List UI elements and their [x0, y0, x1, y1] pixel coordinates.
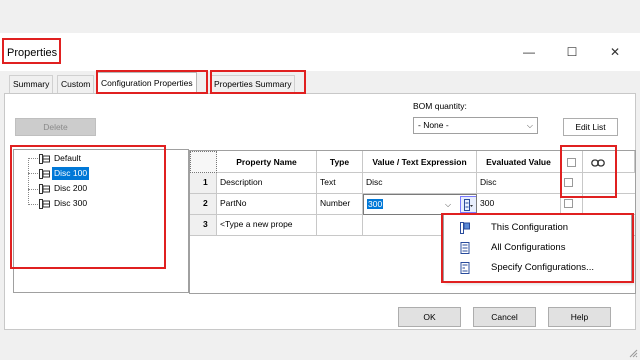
help-button[interactable]: Help	[548, 307, 611, 327]
cell-link	[583, 173, 635, 194]
chevron-down-icon: ⌵	[526, 121, 533, 130]
edit-list-label: Edit List	[575, 122, 606, 132]
cell-property-name[interactable]: PartNo	[217, 194, 317, 215]
column-header-link[interactable]	[583, 151, 635, 173]
cell-checkbox[interactable]	[561, 173, 583, 194]
select-all-checkbox[interactable]	[567, 158, 576, 168]
delete-button-label: Delete	[43, 122, 68, 132]
bom-quantity-select[interactable]: - None - ⌵	[413, 117, 538, 134]
tree-connector	[28, 158, 29, 205]
column-header-property-name[interactable]: Property Name	[217, 151, 317, 173]
edit-list-button[interactable]: Edit List	[563, 118, 618, 136]
tab-configuration-properties[interactable]: Configuration Properties	[97, 72, 197, 94]
cell-evaluated-value: 300	[477, 194, 561, 215]
row-checkbox[interactable]	[564, 178, 573, 188]
configuration-icon	[39, 198, 50, 209]
tree-item-disc-200[interactable]: Disc 200	[39, 182, 89, 195]
configuration-icon	[39, 168, 50, 179]
configuration-scope-icon	[464, 198, 473, 211]
cell-checkbox[interactable]	[561, 194, 583, 215]
minimize-button[interactable]: —	[521, 45, 537, 59]
bom-quantity-value: - None -	[418, 120, 449, 130]
ok-button[interactable]: OK	[398, 307, 461, 327]
cell-value[interactable]: Disc	[363, 173, 477, 194]
row-number[interactable]: 3	[190, 215, 217, 236]
configuration-tree: Default Disc 100 Disc 200 Disc 300	[13, 149, 189, 293]
tree-item-label: Disc 300	[54, 198, 88, 208]
menu-item-label: Specify Configurations...	[491, 262, 594, 273]
tree-item-disc-100[interactable]: Disc 100	[39, 167, 90, 180]
tree-item-label: Disc 200	[54, 183, 88, 193]
tab-properties-summary[interactable]: Properties Summary	[210, 75, 296, 93]
link-icon	[591, 159, 605, 167]
configuration-scope-button[interactable]	[460, 196, 476, 213]
column-header-evaluated-value[interactable]: Evaluated Value	[477, 151, 561, 173]
menu-item-label: This Configuration	[491, 222, 569, 233]
value-input-selection[interactable]: 300	[367, 199, 384, 209]
cell-property-name[interactable]: Description	[217, 173, 317, 194]
properties-dialog: Properties — ☐ ✕ Summary Custom Configur…	[0, 0, 640, 360]
window-title: Properties	[7, 47, 58, 59]
tree-connector	[28, 173, 38, 174]
title-bar	[0, 33, 640, 71]
cell-type[interactable]: Text	[317, 173, 363, 194]
row-number[interactable]: 2	[190, 194, 217, 215]
row-number[interactable]: 1	[190, 173, 217, 194]
tab-custom[interactable]: Custom	[57, 75, 95, 93]
delete-button[interactable]: Delete	[15, 118, 96, 136]
tree-connector	[28, 189, 38, 190]
tree-connector	[28, 158, 38, 159]
tree-item-label: Disc 100	[52, 167, 90, 180]
row-checkbox[interactable]	[564, 199, 573, 209]
chevron-down-icon[interactable]: ⌵	[445, 195, 451, 214]
cell-new-property[interactable]: <Type a new prope	[217, 215, 317, 236]
tree-item-disc-300[interactable]: Disc 300	[39, 197, 89, 210]
configuration-icon	[39, 183, 50, 194]
cell-type[interactable]: Number	[317, 194, 363, 215]
tree-item-label: Default	[54, 153, 81, 163]
all-configs-icon	[460, 242, 470, 254]
column-header-checkbox[interactable]	[561, 151, 583, 173]
maximize-button[interactable]: ☐	[564, 45, 580, 59]
close-button[interactable]: ✕	[607, 45, 623, 59]
cell-link	[583, 194, 635, 215]
specify-configs-icon	[460, 262, 470, 274]
bom-quantity-label: BOM quantity:	[413, 101, 467, 111]
this-config-icon	[460, 222, 470, 234]
configuration-icon	[39, 153, 50, 164]
cancel-button[interactable]: Cancel	[473, 307, 536, 327]
cell-value-editing[interactable]: 300 ⌵	[363, 194, 477, 215]
tree-connector	[28, 204, 38, 205]
column-header-type[interactable]: Type	[317, 151, 363, 173]
tree-item-default[interactable]: Default	[39, 152, 83, 165]
resize-grip-icon[interactable]	[628, 348, 638, 358]
tab-summary[interactable]: Summary	[9, 75, 54, 93]
cell-evaluated-value: Disc	[477, 173, 561, 194]
menu-item-label: All Configurations	[491, 242, 566, 253]
configuration-scope-menu: This Configuration All Configurations Sp…	[443, 214, 632, 282]
column-header-value[interactable]: Value / Text Expression	[363, 151, 477, 173]
grid-corner	[190, 151, 217, 173]
cell-type[interactable]	[317, 215, 363, 236]
